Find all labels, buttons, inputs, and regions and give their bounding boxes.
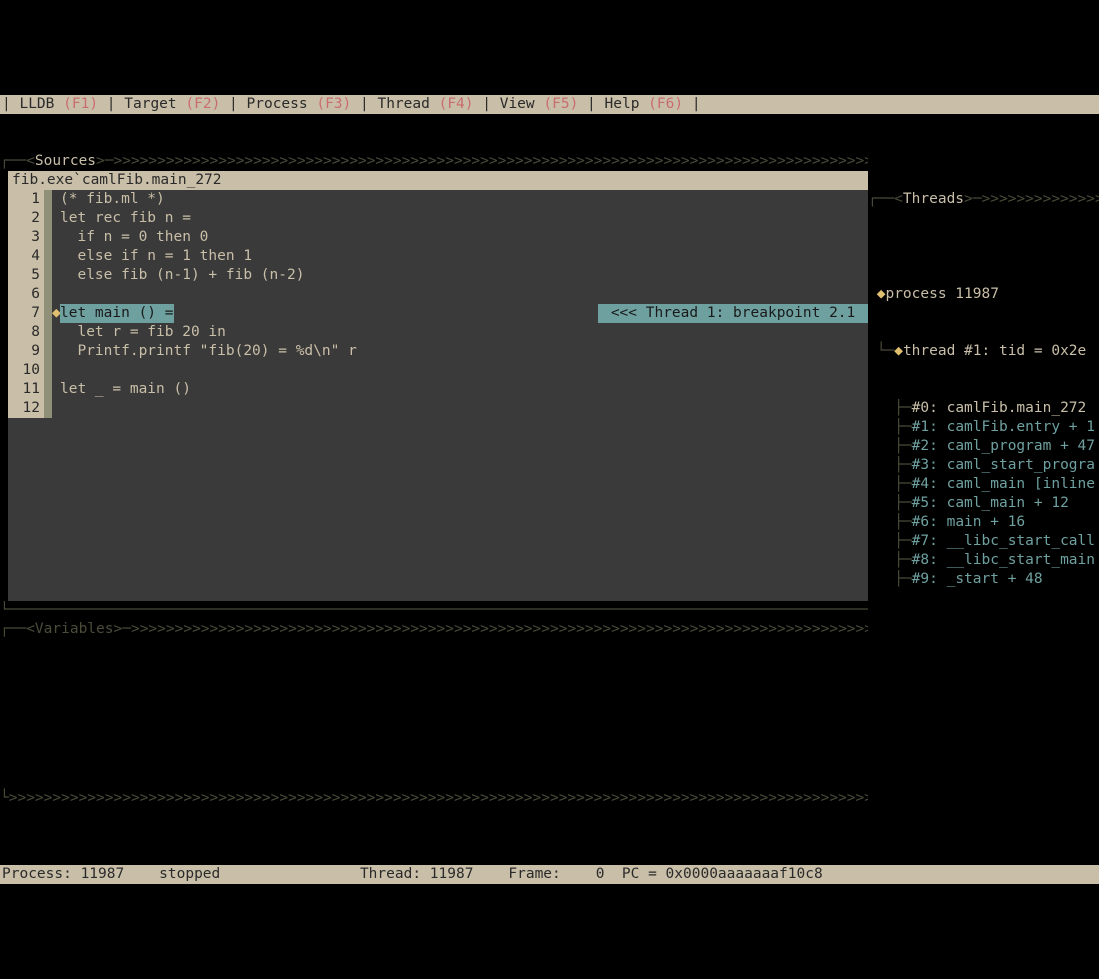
sources-panel[interactable]: fib.exe`camlFib.main_272 1 (* fib.ml *)2… <box>0 171 868 602</box>
source-line[interactable]: 12 <box>8 399 868 418</box>
source-line[interactable]: 4 else if n = 1 then 1 <box>8 247 868 266</box>
variables-panel-bottom: └>>>>>>>>>>>>>>>>>>>>>>>>>>>>>>>>>>>>>>>… <box>0 789 868 808</box>
source-line[interactable]: 2 let rec fib n = <box>8 209 868 228</box>
source-line[interactable]: 7◆let main () = <<< Thread 1: breakpoint… <box>8 304 868 323</box>
statusbar: Process: 11987 stopped Thread: 11987 Fra… <box>0 865 1099 884</box>
source-line[interactable]: 8 let r = fib 20 in <box>8 323 868 342</box>
stack-frame[interactable]: ├─#9: _start + 48 <box>868 570 1099 589</box>
source-line[interactable]: 10 <box>8 361 868 380</box>
stack-frame[interactable]: ├─#3: caml_start_progra <box>868 456 1099 475</box>
stack-frame[interactable]: ├─#7: __libc_start_call <box>868 532 1099 551</box>
source-line[interactable]: 5 else fib (n-1) + fib (n-2) <box>8 266 868 285</box>
sources-panel-bottom: └───────────────────────────────────────… <box>0 601 868 620</box>
source-line[interactable]: 3 if n = 0 then 0 <box>8 228 868 247</box>
stack-frame[interactable]: ├─#8: __libc_start_main <box>868 551 1099 570</box>
menubar[interactable]: | LLDB (F1) | Target (F2) | Process (F3)… <box>0 95 1099 114</box>
stack-frame[interactable]: ├─#2: caml_program + 47 <box>868 437 1099 456</box>
source-line[interactable]: 11 let _ = main () <box>8 380 868 399</box>
sources-panel-title: ┌──<Sources>─>>>>>>>>>>>>>>>>>>>>>>>>>>>… <box>0 152 868 171</box>
stack-frame[interactable]: ├─#6: main + 16 <box>868 513 1099 532</box>
stack-frame[interactable]: ├─#0: camlFib.main_272 <box>868 399 1099 418</box>
stack-frame[interactable]: ├─#5: caml_main + 12 <box>868 494 1099 513</box>
threads-process[interactable]: ◆process 11987 <box>868 285 1099 304</box>
variables-panel[interactable] <box>0 639 868 789</box>
stack-frame[interactable]: ├─#4: caml_main [inline <box>868 475 1099 494</box>
threads-panel-title: ┌──<Threads>─>>>>>>>>>>>>>>┐ <box>868 190 1099 209</box>
source-line[interactable]: 6 <box>8 285 868 304</box>
threads-panel[interactable]: ◆process 11987 └─◆thread #1: tid = 0x2e … <box>868 247 1099 627</box>
source-file-header: fib.exe`camlFib.main_272 <box>8 171 868 190</box>
breakpoint-annotation: <<< Thread 1: breakpoint 2.1 <box>598 304 868 323</box>
threads-thread[interactable]: └─◆thread #1: tid = 0x2e <box>868 342 1099 361</box>
variables-panel-title: ┌──<Variables>─>>>>>>>>>>>>>>>>>>>>>>>>>… <box>0 620 868 639</box>
source-line[interactable]: 9 Printf.printf "fib(20) = %d\n" r <box>8 342 868 361</box>
source-line[interactable]: 1 (* fib.ml *) <box>8 190 868 209</box>
stack-frame[interactable]: ├─#1: camlFib.entry + 1 <box>868 418 1099 437</box>
